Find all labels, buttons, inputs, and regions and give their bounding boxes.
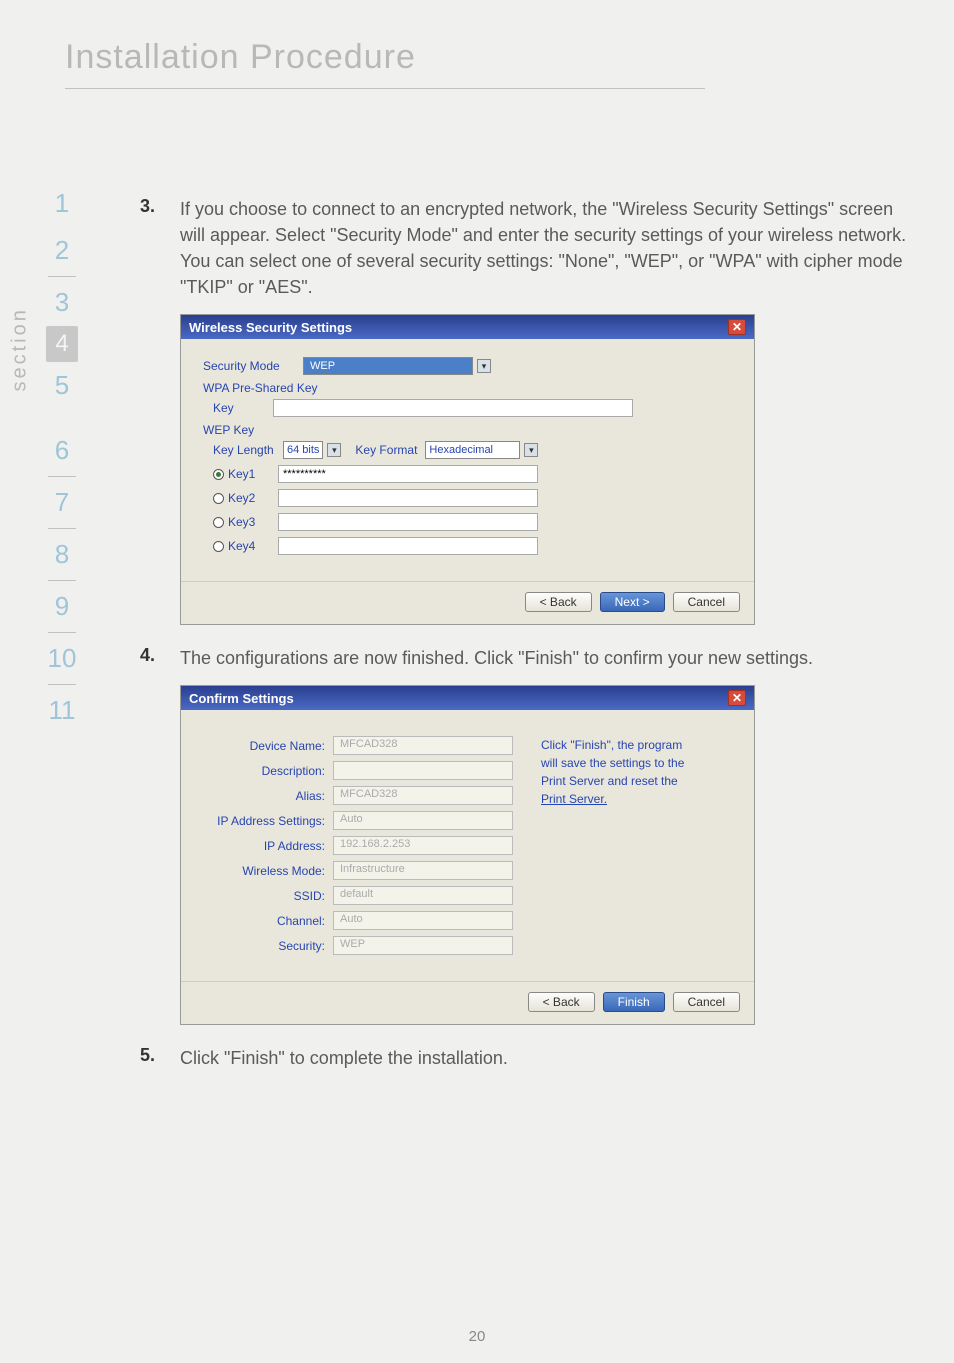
close-icon[interactable]: ✕ — [728, 690, 746, 706]
step-5-text: Click "Finish" to complete the installat… — [180, 1045, 508, 1071]
dialog-title: Confirm Settings — [189, 691, 294, 706]
sidebar-item-1[interactable]: 1 — [32, 180, 92, 227]
key2-label: Key2 — [228, 491, 278, 505]
description-value — [333, 761, 513, 780]
ip-address-label: IP Address: — [203, 839, 333, 853]
sidebar-item-8[interactable]: 8 — [48, 531, 77, 578]
wireless-mode-value: Infrastructure — [333, 861, 513, 880]
content-area: 3. If you choose to connect to an encryp… — [140, 196, 910, 1086]
key3-radio[interactable] — [213, 517, 224, 528]
ip-address-value: 192.168.2.253 — [333, 836, 513, 855]
key4-label: Key4 — [228, 539, 278, 553]
key3-label: Key3 — [228, 515, 278, 529]
alias-value: MFCAD328 — [333, 786, 513, 805]
step-3-number: 3. — [140, 196, 180, 300]
divider — [48, 276, 76, 277]
step-4: 4. The configurations are now finished. … — [140, 645, 910, 671]
sidebar-item-5[interactable]: 5 — [46, 362, 78, 409]
hint-line-3: Print Server and reset the — [541, 772, 732, 790]
sidebar-item-11[interactable]: 11 — [48, 687, 77, 734]
cancel-button[interactable]: Cancel — [673, 992, 740, 1012]
alias-label: Alias: — [203, 789, 333, 803]
key4-input[interactable] — [278, 537, 538, 555]
ssid-label: SSID: — [203, 889, 333, 903]
divider — [48, 528, 76, 529]
key1-radio[interactable] — [213, 469, 224, 480]
step-4-text: The configurations are now finished. Cli… — [180, 645, 813, 671]
wireless-mode-label: Wireless Mode: — [203, 864, 333, 878]
cancel-button[interactable]: Cancel — [673, 592, 740, 612]
section-nav-sidebar: 1 2 3 4 5 6 7 8 9 10 11 — [32, 180, 92, 734]
step-5: 5. Click "Finish" to complete the instal… — [140, 1045, 910, 1071]
hint-text: Click "Finish", the program will save th… — [541, 736, 732, 961]
dialog-titlebar: Confirm Settings ✕ — [181, 686, 754, 710]
security-mode-select[interactable]: WEP — [303, 357, 473, 375]
sidebar-item-3[interactable]: 3 — [46, 279, 78, 326]
step-3: 3. If you choose to connect to an encryp… — [140, 196, 910, 300]
sidebar-item-2[interactable]: 2 — [46, 227, 78, 274]
close-icon[interactable]: ✕ — [728, 319, 746, 335]
sidebar-item-10[interactable]: 10 — [48, 635, 77, 682]
section-vertical-label: section — [9, 307, 32, 391]
wpa-key-label: Key — [213, 401, 273, 415]
key2-radio[interactable] — [213, 493, 224, 504]
divider — [48, 476, 76, 477]
key-length-select[interactable]: 64 bits — [283, 441, 323, 459]
confirm-settings-dialog: Confirm Settings ✕ Device Name:MFCAD328 … — [180, 685, 755, 1025]
hint-link[interactable]: Print Server. — [541, 790, 732, 808]
divider — [48, 580, 76, 581]
key4-radio[interactable] — [213, 541, 224, 552]
page-number: 20 — [0, 1328, 954, 1345]
sidebar-item-4-active[interactable]: 4 — [46, 326, 78, 362]
chevron-down-icon[interactable]: ▾ — [524, 443, 538, 457]
sidebar-item-7[interactable]: 7 — [48, 479, 77, 526]
security-label: Security: — [203, 939, 333, 953]
divider — [48, 684, 76, 685]
sidebar-item-9[interactable]: 9 — [48, 583, 77, 630]
key-length-label: Key Length — [213, 443, 283, 457]
divider — [48, 632, 76, 633]
step-5-number: 5. — [140, 1045, 180, 1071]
hint-line-1: Click "Finish", the program — [541, 736, 732, 754]
key1-input[interactable] — [278, 465, 538, 483]
dialog-title: Wireless Security Settings — [189, 320, 352, 335]
back-button[interactable]: < Back — [525, 592, 592, 612]
step-4-number: 4. — [140, 645, 180, 671]
description-label: Description: — [203, 764, 333, 778]
wpa-key-input[interactable] — [273, 399, 633, 417]
wep-header: WEP Key — [203, 423, 732, 437]
sidebar-item-6[interactable]: 6 — [48, 427, 77, 474]
key-format-label: Key Format — [355, 443, 425, 457]
chevron-down-icon[interactable]: ▾ — [477, 359, 491, 373]
device-name-label: Device Name: — [203, 739, 333, 753]
ip-settings-label: IP Address Settings: — [203, 814, 333, 828]
wpa-header: WPA Pre-Shared Key — [203, 381, 732, 395]
page-title: Installation Procedure — [65, 38, 416, 77]
title-underline — [65, 88, 705, 89]
key2-input[interactable] — [278, 489, 538, 507]
security-mode-label: Security Mode — [203, 359, 303, 373]
step-3-text: If you choose to connect to an encrypted… — [180, 196, 910, 300]
channel-value: Auto — [333, 911, 513, 930]
dialog-titlebar: Wireless Security Settings ✕ — [181, 315, 754, 339]
next-button[interactable]: Next > — [600, 592, 665, 612]
ssid-value: default — [333, 886, 513, 905]
security-mode-value: WEP — [310, 360, 335, 372]
finish-button[interactable]: Finish — [603, 992, 665, 1012]
key3-input[interactable] — [278, 513, 538, 531]
channel-label: Channel: — [203, 914, 333, 928]
wireless-security-dialog: Wireless Security Settings ✕ Security Mo… — [180, 314, 755, 625]
key-format-select[interactable]: Hexadecimal — [425, 441, 520, 459]
ip-settings-value: Auto — [333, 811, 513, 830]
security-value: WEP — [333, 936, 513, 955]
chevron-down-icon[interactable]: ▾ — [327, 443, 341, 457]
key1-label: Key1 — [228, 467, 278, 481]
device-name-value: MFCAD328 — [333, 736, 513, 755]
hint-line-2: will save the settings to the — [541, 754, 732, 772]
back-button[interactable]: < Back — [528, 992, 595, 1012]
